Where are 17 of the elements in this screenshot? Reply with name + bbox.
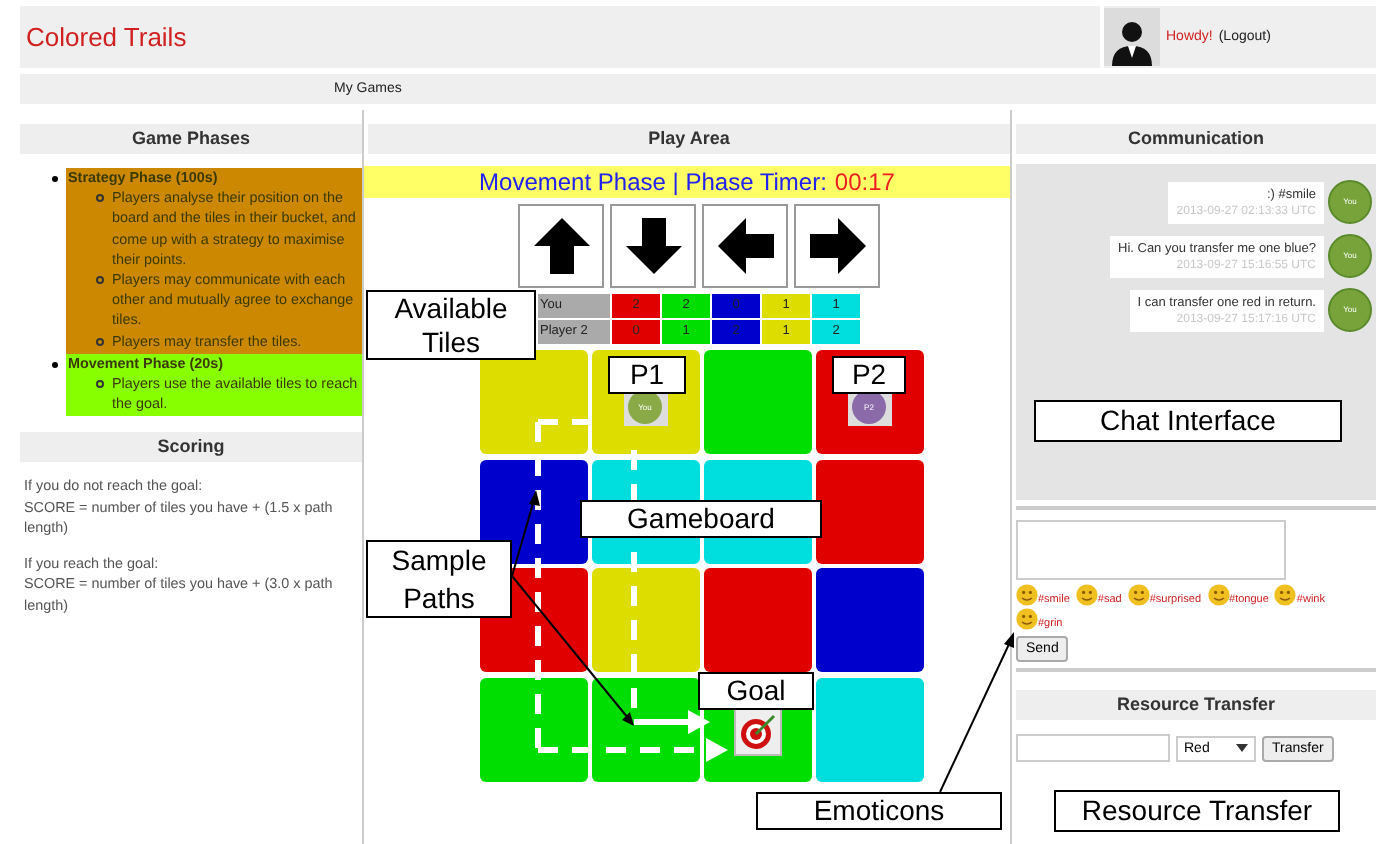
section-heading: Resource Transfer [1016,690,1376,720]
section-heading: Game Phases [20,124,362,154]
timer-text: 00:17 [834,168,895,196]
callout-tooltip: P1 [608,356,686,394]
app-title: Colored Trails [24,22,187,52]
callout-tooltip: Goal [698,672,814,710]
section-heading: Play Area [368,124,1010,154]
phase-label: Movement Phase | Phase Timer: [479,168,827,196]
callout-tooltip: P2 [832,356,906,394]
callout-tooltip: Emoticons [756,792,1002,830]
callout-tooltip: Chat Interface [1034,400,1342,442]
callout-tooltip: Resource Transfer [1054,790,1340,832]
callout-tooltip: Available Tiles [366,290,536,360]
callout-tooltip: Sample Paths [366,540,512,618]
section-heading: Scoring [20,432,362,463]
section-heading: Communication [1016,124,1376,154]
callout-tooltip: Gameboard [580,500,822,538]
